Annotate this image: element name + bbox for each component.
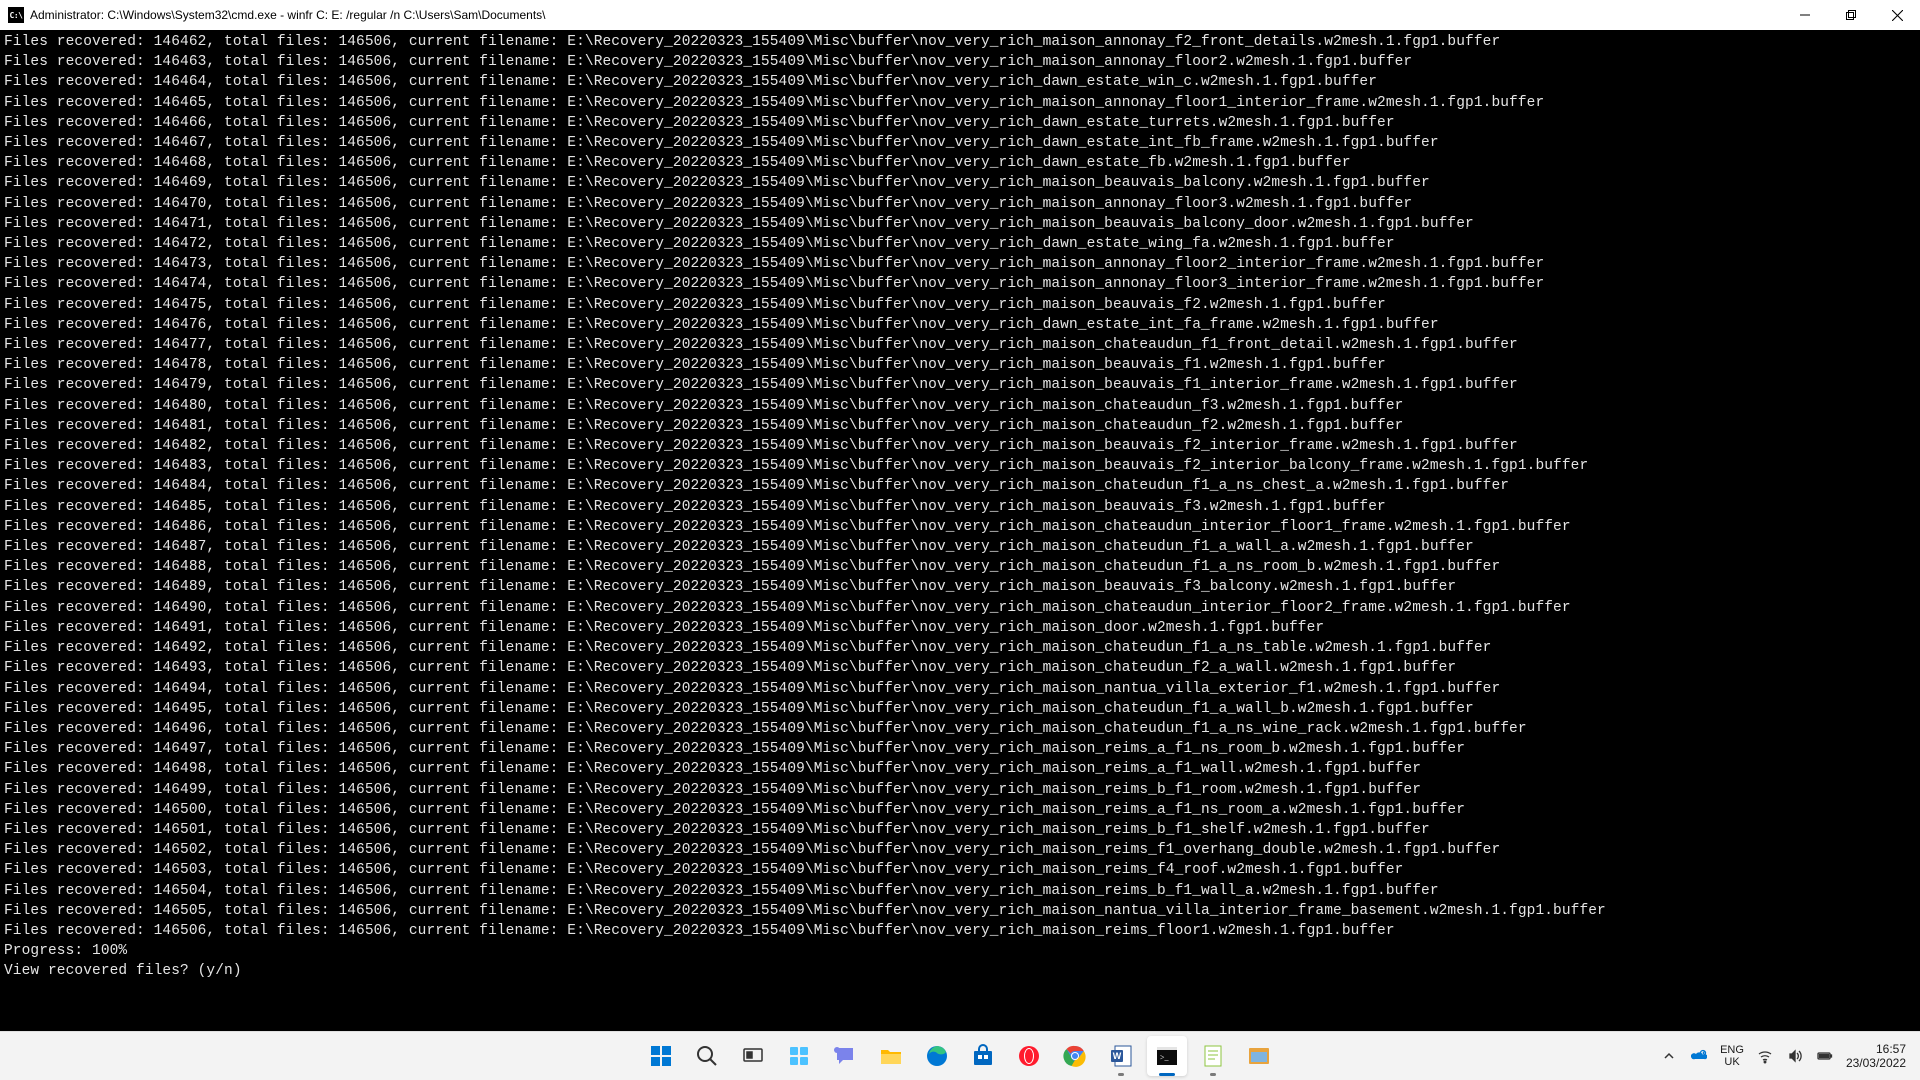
chrome-button[interactable] (1055, 1036, 1095, 1076)
app-button[interactable] (1239, 1036, 1279, 1076)
language-indicator[interactable]: ENG UK (1720, 1044, 1744, 1068)
taskbar: W >_ ENG UK (0, 1031, 1920, 1080)
cmd-icon: C:\ (8, 7, 24, 23)
output-line: Files recovered: 146498, total files: 14… (4, 759, 1916, 779)
word-button[interactable]: W (1101, 1036, 1141, 1076)
output-line: Files recovered: 146476, total files: 14… (4, 315, 1916, 335)
battery-icon[interactable] (1816, 1047, 1834, 1065)
output-line: Files recovered: 146464, total files: 14… (4, 72, 1916, 92)
tray-chevron-icon[interactable] (1660, 1047, 1678, 1065)
svg-text:W: W (1113, 1051, 1122, 1061)
output-line: Files recovered: 146468, total files: 14… (4, 153, 1916, 173)
output-line: Files recovered: 146485, total files: 14… (4, 497, 1916, 517)
output-line: Files recovered: 146484, total files: 14… (4, 476, 1916, 496)
chat-button[interactable] (825, 1036, 865, 1076)
output-line: Files recovered: 146501, total files: 14… (4, 820, 1916, 840)
output-line: Files recovered: 146471, total files: 14… (4, 214, 1916, 234)
output-line: Files recovered: 146478, total files: 14… (4, 355, 1916, 375)
output-line: Files recovered: 146483, total files: 14… (4, 456, 1916, 476)
output-line: Files recovered: 146477, total files: 14… (4, 335, 1916, 355)
output-line: Files recovered: 146469, total files: 14… (4, 173, 1916, 193)
output-line: Files recovered: 146499, total files: 14… (4, 780, 1916, 800)
output-line: Files recovered: 146482, total files: 14… (4, 436, 1916, 456)
output-line: Files recovered: 146465, total files: 14… (4, 93, 1916, 113)
output-line: Files recovered: 146473, total files: 14… (4, 254, 1916, 274)
prompt-line: View recovered files? (y/n) (4, 961, 1916, 981)
output-line: Files recovered: 146481, total files: 14… (4, 416, 1916, 436)
output-line: Files recovered: 146504, total files: 14… (4, 881, 1916, 901)
output-line: Files recovered: 146496, total files: 14… (4, 719, 1916, 739)
time-text: 16:57 (1876, 1042, 1906, 1056)
titlebar: C:\ Administrator: C:\Windows\System32\c… (0, 0, 1920, 30)
terminal-output[interactable]: Files recovered: 146462, total files: 14… (0, 30, 1920, 1034)
output-line: Files recovered: 146472, total files: 14… (4, 234, 1916, 254)
output-line: Files recovered: 146466, total files: 14… (4, 113, 1916, 133)
output-line: Files recovered: 146462, total files: 14… (4, 32, 1916, 52)
output-line: Files recovered: 146490, total files: 14… (4, 598, 1916, 618)
output-line: Files recovered: 146503, total files: 14… (4, 860, 1916, 880)
clock[interactable]: 16:57 23/03/2022 (1846, 1042, 1906, 1070)
output-line: Files recovered: 146506, total files: 14… (4, 921, 1916, 941)
output-line: Files recovered: 146474, total files: 14… (4, 274, 1916, 294)
volume-icon[interactable] (1786, 1047, 1804, 1065)
output-line: Files recovered: 146492, total files: 14… (4, 638, 1916, 658)
edge-button[interactable] (917, 1036, 957, 1076)
taskbar-center: W >_ (641, 1032, 1279, 1080)
close-button[interactable] (1874, 0, 1920, 30)
window-title: Administrator: C:\Windows\System32\cmd.e… (30, 8, 545, 22)
output-line: Files recovered: 146505, total files: 14… (4, 901, 1916, 921)
output-line: Files recovered: 146502, total files: 14… (4, 840, 1916, 860)
output-line: Files recovered: 146470, total files: 14… (4, 194, 1916, 214)
onedrive-icon[interactable] (1690, 1047, 1708, 1065)
output-line: Files recovered: 146495, total files: 14… (4, 699, 1916, 719)
output-line: Files recovered: 146494, total files: 14… (4, 679, 1916, 699)
progress-line: Progress: 100% (4, 941, 1916, 961)
store-button[interactable] (963, 1036, 1003, 1076)
output-line: Files recovered: 146486, total files: 14… (4, 517, 1916, 537)
output-line: Files recovered: 146467, total files: 14… (4, 133, 1916, 153)
output-line: Files recovered: 146463, total files: 14… (4, 52, 1916, 72)
file-explorer-button[interactable] (871, 1036, 911, 1076)
widgets-button[interactable] (779, 1036, 819, 1076)
output-line: Files recovered: 146487, total files: 14… (4, 537, 1916, 557)
date-text: 23/03/2022 (1846, 1056, 1906, 1070)
cmd-taskbar-button[interactable]: >_ (1147, 1036, 1187, 1076)
svg-text:>_: >_ (1160, 1053, 1170, 1062)
lang-bottom: UK (1724, 1056, 1739, 1068)
output-line: Files recovered: 146497, total files: 14… (4, 739, 1916, 759)
output-line: Files recovered: 146479, total files: 14… (4, 375, 1916, 395)
system-tray: ENG UK 16:57 23/03/2022 (1660, 1032, 1920, 1080)
search-button[interactable] (687, 1036, 727, 1076)
output-line: Files recovered: 146475, total files: 14… (4, 295, 1916, 315)
wifi-icon[interactable] (1756, 1047, 1774, 1065)
output-line: Files recovered: 146480, total files: 14… (4, 396, 1916, 416)
notepad-plus-button[interactable] (1193, 1036, 1233, 1076)
output-line: Files recovered: 146488, total files: 14… (4, 557, 1916, 577)
lang-top: ENG (1720, 1044, 1744, 1056)
output-line: Files recovered: 146491, total files: 14… (4, 618, 1916, 638)
output-line: Files recovered: 146500, total files: 14… (4, 800, 1916, 820)
output-line: Files recovered: 146493, total files: 14… (4, 658, 1916, 678)
start-button[interactable] (641, 1036, 681, 1076)
opera-button[interactable] (1009, 1036, 1049, 1076)
minimize-button[interactable] (1782, 0, 1828, 30)
output-line: Files recovered: 146489, total files: 14… (4, 577, 1916, 597)
maximize-button[interactable] (1828, 0, 1874, 30)
task-view-button[interactable] (733, 1036, 773, 1076)
